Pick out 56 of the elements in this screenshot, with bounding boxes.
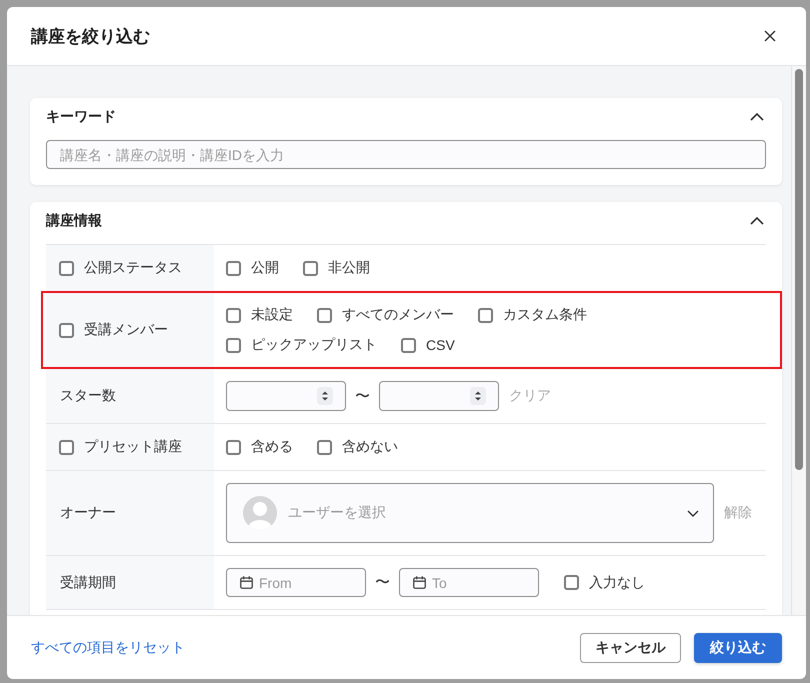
row-label: スター数 [60,387,116,405]
spinner-icon[interactable] [317,387,333,405]
row-label: 受講期間 [60,574,116,592]
section-title: 講座情報 [46,212,102,230]
number-field[interactable] [226,381,346,411]
option-label: 含めない [342,438,398,456]
number-field[interactable] [379,381,499,411]
option-label: 含める [251,438,293,456]
option-label: 非公開 [328,259,370,277]
option-label: カスタム条件 [503,306,587,324]
avatar-icon [243,496,277,530]
reset-link[interactable]: すべての項目をリセット [31,638,185,656]
spinner-icon[interactable] [470,387,486,405]
option-label: すべてのメンバー [342,306,454,324]
checkbox[interactable] [226,308,241,322]
close-icon [764,30,776,42]
checkbox[interactable] [564,575,579,590]
row-label: オーナー [60,504,116,522]
checkbox[interactable] [226,338,241,352]
checkbox[interactable] [478,308,493,322]
user-select[interactable]: ユーザーを選択 [226,483,714,543]
range-separator: 〜 [375,573,390,592]
apply-button[interactable]: 絞り込む [694,632,782,662]
option-label: 公開 [251,259,279,277]
checkbox[interactable] [401,338,416,352]
option-label: 未設定 [251,306,293,324]
chevron-up-icon[interactable] [750,113,764,121]
date-field[interactable]: From [226,568,366,597]
date-field[interactable]: To [399,568,539,597]
option-label: ピックアップリスト [251,336,377,354]
row-label: 受講メンバー [84,321,168,339]
checkbox[interactable] [317,308,332,322]
option-label: 入力なし [589,574,645,592]
option-label: CSV [426,337,455,353]
calendar-icon [413,576,426,589]
clear-link[interactable]: 解除 [724,504,752,522]
chevron-down-icon [687,510,699,516]
checkbox[interactable] [226,440,241,454]
cancel-button[interactable]: キャンセル [580,632,681,662]
checkbox[interactable] [59,440,74,454]
checkbox[interactable] [59,260,74,276]
calendar-icon [240,576,253,589]
dialog-title: 講座を絞り込む [31,26,150,48]
checkbox[interactable] [317,440,332,454]
section-title: キーワード [46,108,116,126]
keyword-field[interactable]: 講座名・講座の説明・講座IDを入力 [46,140,766,169]
range-separator: 〜 [355,386,370,406]
row-label: プリセット講座 [84,438,182,456]
scrollbar-thumb[interactable] [795,69,803,470]
checkbox[interactable] [226,260,241,276]
chevron-up-icon[interactable] [750,217,764,225]
checkbox[interactable] [59,322,74,338]
clear-link[interactable]: クリア [509,387,551,405]
checkbox[interactable] [303,260,318,276]
close-button[interactable] [764,30,776,42]
row-label: 公開ステータス [84,259,182,277]
